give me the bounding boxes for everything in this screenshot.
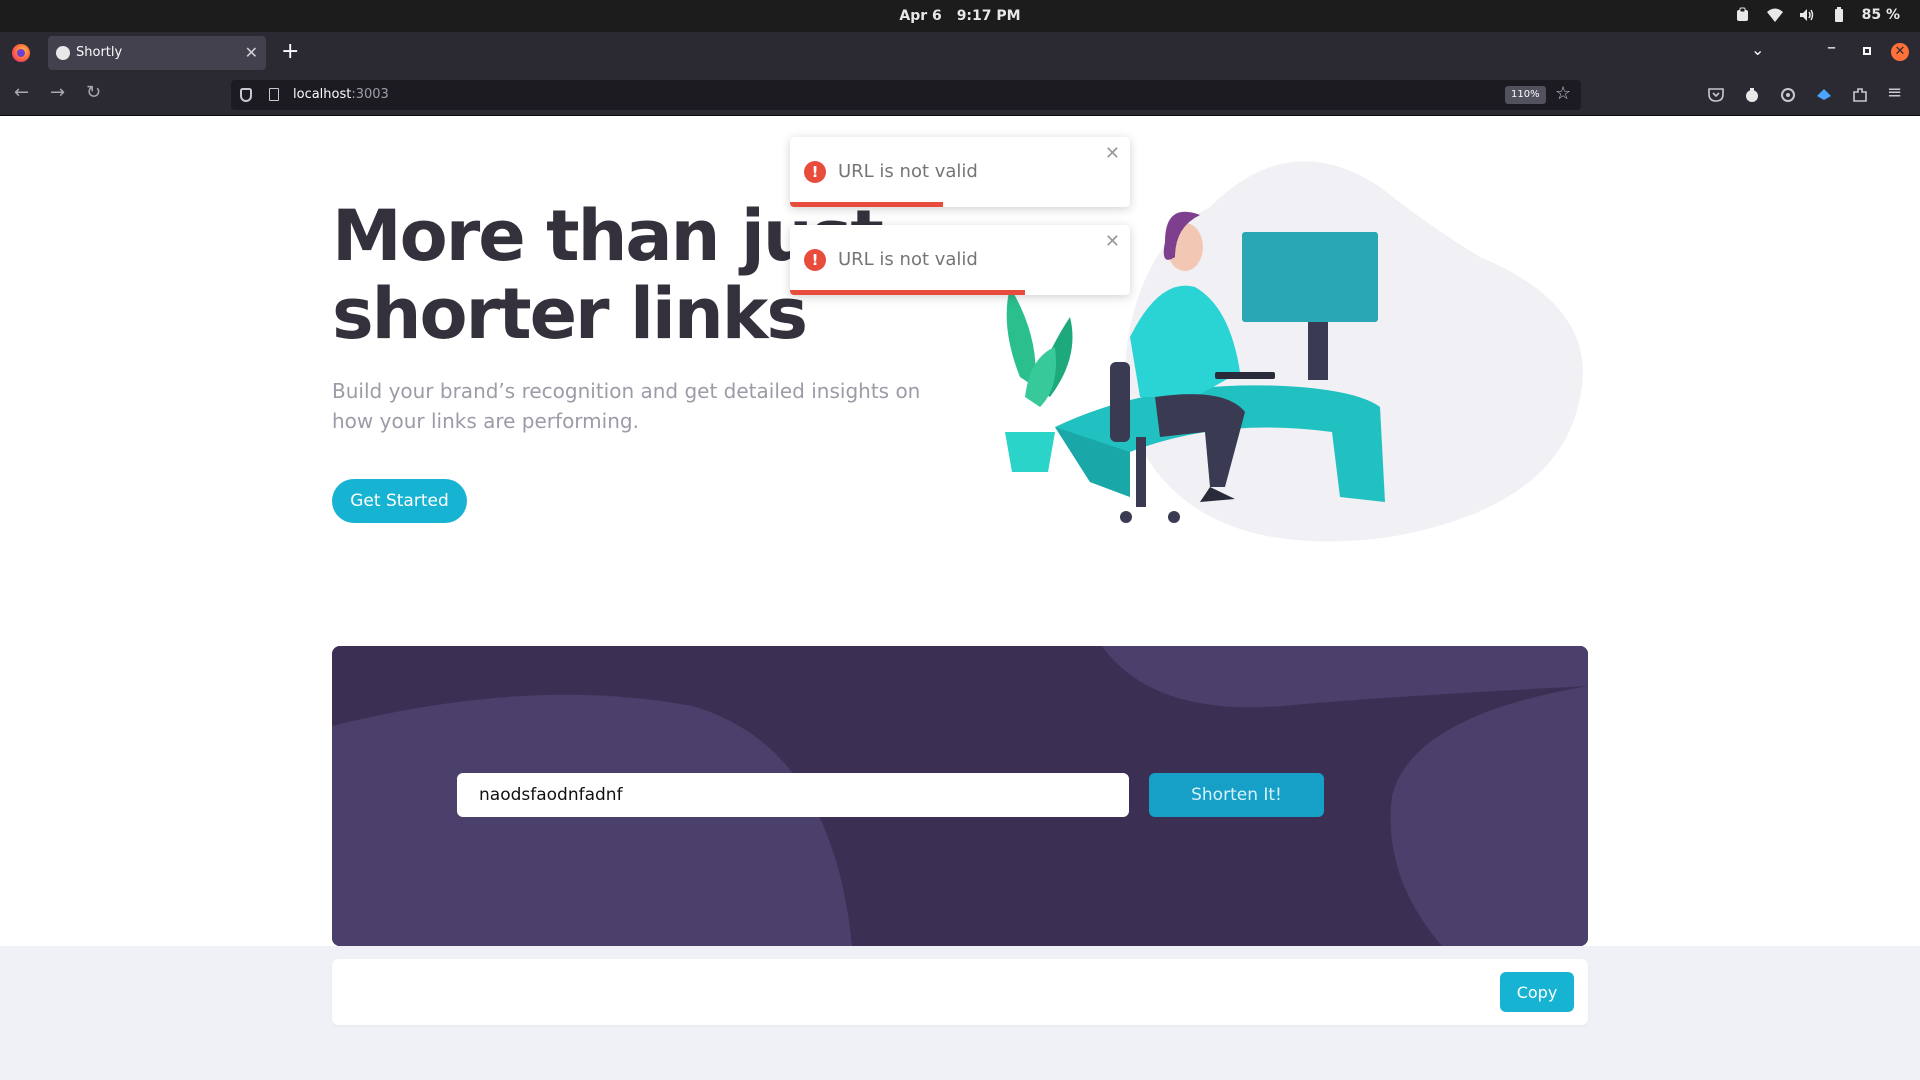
extension-bird-icon[interactable] xyxy=(1815,86,1833,104)
url-text[interactable]: localhost:3003 xyxy=(293,87,389,102)
battery-percent: 85 % xyxy=(1861,7,1900,23)
shorten-button[interactable]: Shorten It! xyxy=(1149,773,1324,817)
os-top-bar: Apr 6 9:17 PM 85 % xyxy=(0,0,1920,32)
browser-nav-bar: ← → ↻ localhost:3003 110% ☆ ≡ xyxy=(0,74,1920,116)
hero-title-line-2: shorter links xyxy=(332,273,808,355)
address-bar[interactable]: localhost:3003 110% ☆ xyxy=(231,80,1581,110)
zoom-level-badge[interactable]: 110% xyxy=(1505,86,1546,104)
os-time: 9:17 PM xyxy=(956,8,1021,24)
forward-arrow-icon[interactable]: → xyxy=(50,82,65,103)
new-tab-plus-icon[interactable]: + xyxy=(281,39,299,65)
os-system-tray[interactable]: 85 % xyxy=(1734,6,1900,24)
error-alert-icon: ! xyxy=(804,249,826,271)
os-date: Apr 6 xyxy=(899,8,942,24)
bookmark-star-icon[interactable]: ☆ xyxy=(1555,83,1571,104)
window-close-icon[interactable]: ✕ xyxy=(1891,43,1909,61)
tracking-shield-icon[interactable] xyxy=(240,88,252,102)
url-input[interactable] xyxy=(457,773,1129,817)
error-alert-icon: ! xyxy=(804,161,826,183)
browser-tab-strip: Shortly ✕ + ⌄ – ✕ xyxy=(0,32,1920,74)
clipboard-icon[interactable] xyxy=(1734,6,1752,24)
toast-message: URL is not valid xyxy=(838,249,978,270)
error-toast[interactable]: ! URL is not valid ✕ xyxy=(790,137,1130,207)
tab-favicon-icon xyxy=(56,46,70,60)
firefox-logo-icon[interactable] xyxy=(12,44,30,62)
hero-subtitle: Build your brand’s recognition and get d… xyxy=(332,379,921,433)
app-menu-hamburger-icon[interactable]: ≡ xyxy=(1887,82,1902,103)
page-info-icon[interactable] xyxy=(269,88,279,101)
url-port: :3003 xyxy=(351,87,389,102)
toast-progress-bar xyxy=(790,290,1025,295)
extension-gear-icon[interactable] xyxy=(1779,86,1797,104)
page-viewport: More than just shorter links Build your … xyxy=(0,117,1920,1080)
extension-hand-icon[interactable] xyxy=(1743,86,1761,104)
window-maximize-icon[interactable] xyxy=(1863,47,1871,55)
working-person-illustration xyxy=(1005,161,1583,542)
url-host: localhost xyxy=(293,87,352,102)
wifi-icon[interactable] xyxy=(1766,6,1784,24)
reload-icon[interactable]: ↻ xyxy=(86,82,101,103)
volume-icon[interactable] xyxy=(1798,6,1816,24)
get-started-button[interactable]: Get Started xyxy=(332,479,467,523)
error-toast[interactable]: ! URL is not valid ✕ xyxy=(790,225,1130,295)
back-arrow-icon[interactable]: ← xyxy=(14,82,29,103)
toast-progress-bar xyxy=(790,202,943,207)
toast-close-icon[interactable]: ✕ xyxy=(1105,143,1120,164)
copy-button[interactable]: Copy xyxy=(1500,972,1574,1012)
list-all-tabs-chevron-icon[interactable]: ⌄ xyxy=(1751,40,1764,59)
battery-icon[interactable] xyxy=(1830,6,1848,24)
toast-close-icon[interactable]: ✕ xyxy=(1105,231,1120,252)
pocket-icon[interactable] xyxy=(1707,86,1725,104)
toast-message: URL is not valid xyxy=(838,161,978,182)
os-clock[interactable]: Apr 6 9:17 PM xyxy=(0,8,1920,24)
tab-shortly[interactable]: Shortly ✕ xyxy=(48,36,266,70)
extensions-puzzle-icon[interactable] xyxy=(1851,86,1869,104)
tab-title: Shortly xyxy=(76,45,123,60)
window-minimize-icon[interactable]: – xyxy=(1827,37,1836,58)
shorten-panel: Shorten It! xyxy=(332,646,1588,946)
tab-close-icon[interactable]: ✕ xyxy=(245,43,258,62)
shortened-link-result-card: Copy xyxy=(332,959,1588,1025)
